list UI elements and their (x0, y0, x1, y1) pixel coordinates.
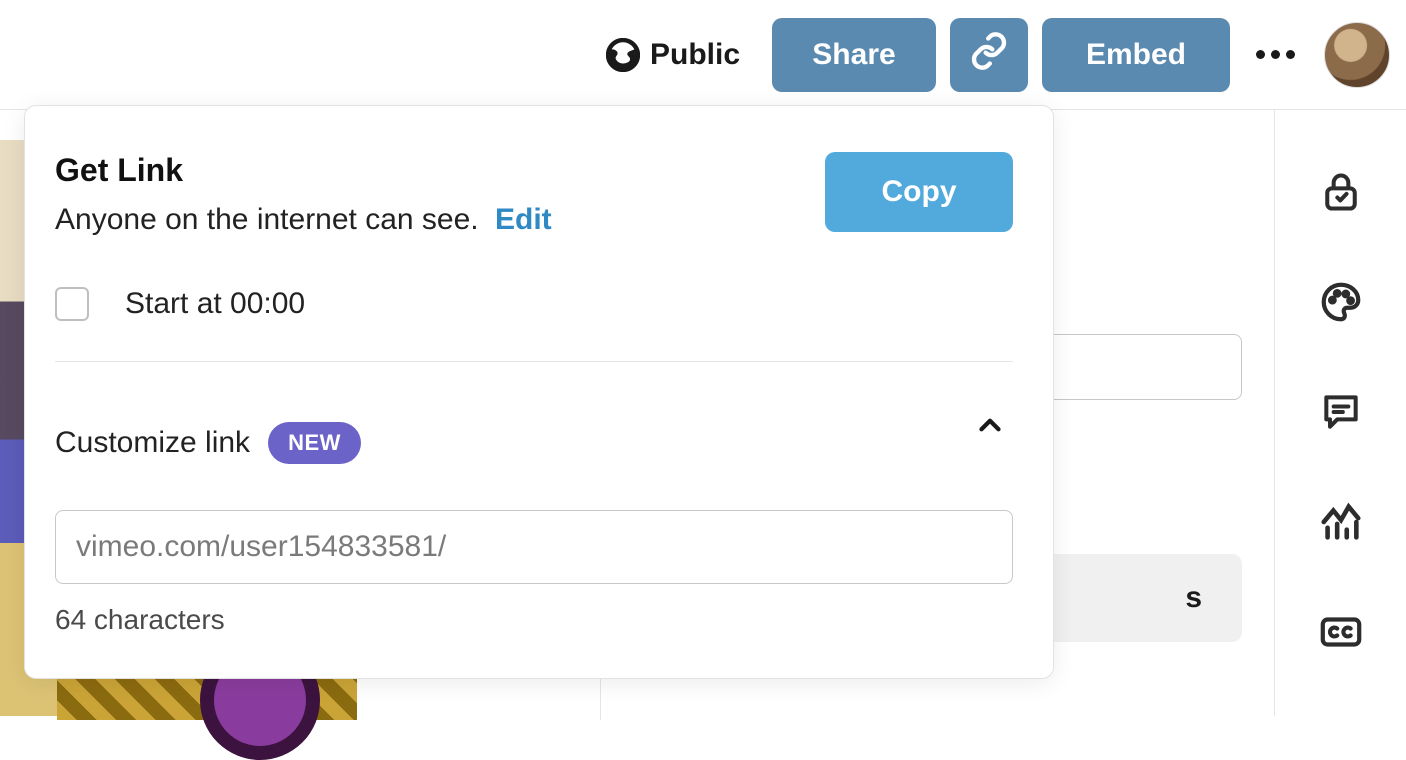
copy-button-label: Copy (882, 175, 957, 208)
edit-privacy-link[interactable]: Edit (495, 203, 552, 236)
embed-button[interactable]: Embed (1042, 18, 1230, 92)
panel-subtitle: Anyone on the internet can see. Edit (55, 203, 552, 237)
customize-palette-icon[interactable] (1317, 278, 1365, 326)
link-icon (969, 31, 1009, 79)
top-bar: Public Share Embed (0, 0, 1406, 110)
copy-button[interactable]: Copy (825, 152, 1013, 232)
privacy-selector[interactable]: Public (606, 38, 740, 72)
start-at-checkbox[interactable] (55, 287, 89, 321)
more-menu-button[interactable] (1248, 50, 1302, 59)
new-badge: NEW (268, 422, 361, 464)
custom-url-input[interactable] (55, 510, 1013, 584)
dot-icon (1286, 50, 1295, 59)
collapse-chevron-up-icon[interactable] (973, 408, 1007, 447)
dot-icon (1271, 50, 1280, 59)
panel-title: Get Link (55, 152, 552, 189)
panel-subtitle-text: Anyone on the internet can see. (55, 203, 479, 236)
privacy-label: Public (650, 38, 740, 72)
share-button[interactable]: Share (772, 18, 936, 92)
customize-link-label: Customize link (55, 426, 250, 460)
privacy-lock-icon[interactable] (1317, 168, 1365, 216)
analytics-icon[interactable] (1317, 498, 1365, 546)
copy-link-button[interactable] (950, 18, 1028, 92)
globe-icon (606, 38, 640, 72)
character-count: 64 characters (55, 604, 1013, 636)
embed-button-label: Embed (1086, 38, 1186, 72)
comments-icon[interactable] (1317, 388, 1365, 436)
background-pill-text: s (1185, 581, 1202, 615)
get-link-panel: Get Link Anyone on the internet can see.… (24, 105, 1054, 679)
start-at-label: Start at 00:00 (125, 287, 305, 321)
captions-cc-icon[interactable] (1317, 608, 1365, 656)
share-button-label: Share (812, 38, 895, 72)
user-avatar[interactable] (1324, 22, 1390, 88)
dot-icon (1256, 50, 1265, 59)
right-rail (1274, 110, 1406, 716)
